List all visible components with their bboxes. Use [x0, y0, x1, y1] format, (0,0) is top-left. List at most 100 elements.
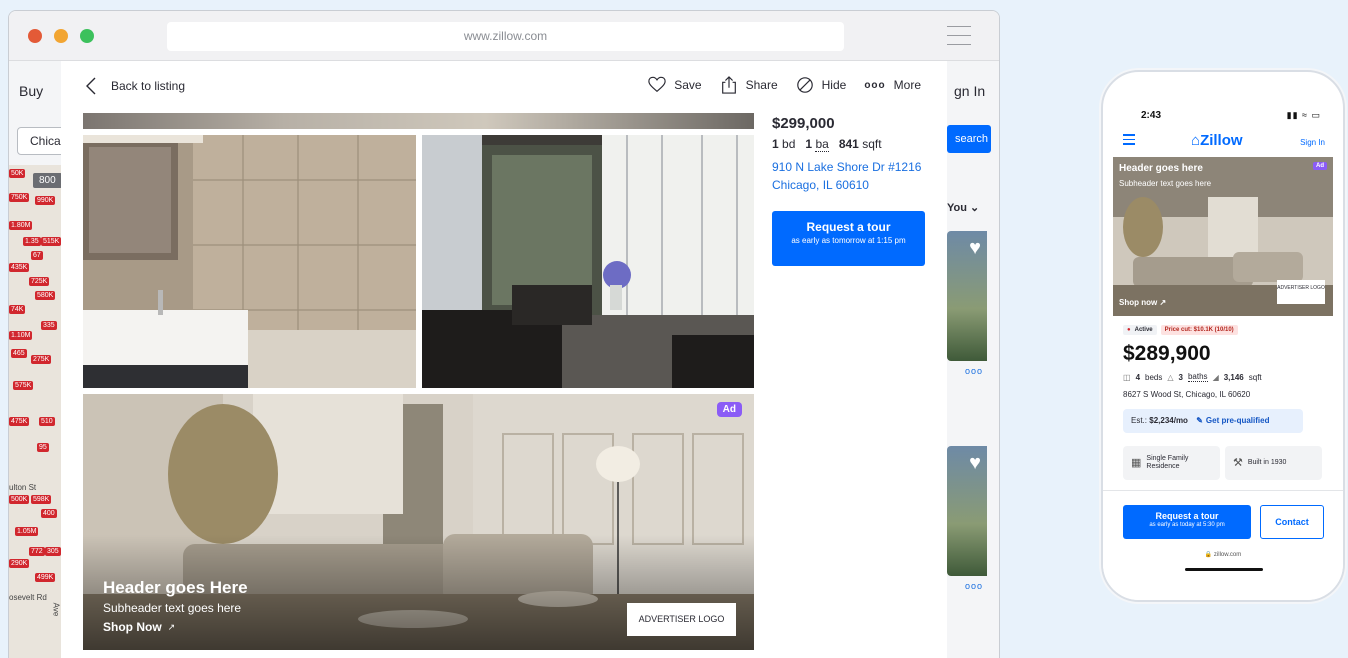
- map-pin[interactable]: 598K: [31, 495, 52, 504]
- share-button[interactable]: Share: [720, 76, 778, 94]
- map-pin[interactable]: 335: [41, 321, 57, 330]
- mobile-beds-unit: beds: [1145, 372, 1163, 382]
- mobile-baths-unit[interactable]: baths: [1187, 372, 1208, 382]
- heart-icon[interactable]: ♥: [969, 452, 981, 475]
- map-pin[interactable]: 74K: [9, 305, 26, 314]
- map-pin[interactable]: 290K: [9, 559, 30, 568]
- listing-address[interactable]: 910 N Lake Shore Dr #1216 Chicago, IL 60…: [772, 158, 942, 194]
- ad-shop-now-link[interactable]: Shop Now ↗: [103, 620, 175, 634]
- advertiser-logo[interactable]: ADVERTISER LOGO: [627, 603, 736, 636]
- status-time: 2:43: [1141, 110, 1162, 121]
- map-pin[interactable]: 95: [37, 443, 49, 452]
- map-pin[interactable]: 475K: [9, 417, 30, 426]
- map-pin[interactable]: 1.10M: [9, 331, 33, 340]
- hide-button[interactable]: Hide: [796, 76, 846, 94]
- baths-unit[interactable]: ba: [815, 137, 829, 152]
- result-card-image[interactable]: ♥: [947, 446, 987, 576]
- est-label: Est.:: [1131, 416, 1148, 425]
- map-pin[interactable]: 750K: [9, 193, 30, 202]
- mobile-ad-shop-label: Shop now: [1119, 298, 1158, 307]
- listing-photo-lobby[interactable]: [422, 135, 754, 388]
- mobile-ad-header: Header goes here: [1119, 163, 1203, 174]
- maximize-window-button[interactable]: [80, 29, 94, 43]
- browser-menu-icon[interactable]: [947, 26, 971, 46]
- search-button[interactable]: search: [947, 125, 991, 153]
- listing-photo-partial[interactable]: [83, 113, 754, 129]
- hide-icon: [796, 77, 813, 93]
- address-bar[interactable]: www.zillow.com: [167, 22, 844, 51]
- map-pin[interactable]: 275K: [31, 355, 52, 364]
- address-line-2: Chicago, IL 60610: [772, 178, 869, 192]
- map-pin[interactable]: 400: [41, 509, 57, 518]
- map-pin[interactable]: 990K: [35, 196, 56, 205]
- map-pin[interactable]: 575K: [13, 381, 34, 390]
- nav-buy-link[interactable]: Buy: [19, 83, 43, 99]
- result-card-image[interactable]: ♥: [947, 231, 987, 361]
- map-pin[interactable]: 1.35: [23, 237, 41, 246]
- map-view[interactable]: 800 50K 990K 750K 1.80M 1.35 515K 67 435…: [9, 165, 61, 658]
- map-pin[interactable]: 500K: [9, 495, 30, 504]
- sponsored-ad-banner[interactable]: Ad Header goes Here Subheader text goes …: [83, 394, 754, 650]
- map-pin[interactable]: 465: [11, 349, 27, 358]
- hamburger-menu-icon[interactable]: [1123, 134, 1135, 148]
- get-pre-qualified-link[interactable]: Get pre-qualified: [1206, 416, 1270, 425]
- sort-dropdown[interactable]: You ⌄: [947, 201, 979, 214]
- map-pin[interactable]: 1.80M: [9, 221, 33, 230]
- mobile-ad-shop-link[interactable]: Shop now ↗: [1119, 298, 1166, 307]
- more-dots-icon[interactable]: ooo: [965, 366, 983, 376]
- sign-in-link[interactable]: Sign In: [1300, 138, 1325, 147]
- mobile-url-bar[interactable]: 🔒 zillow.com: [1103, 551, 1343, 558]
- hammer-icon: ⚒: [1233, 457, 1243, 469]
- close-window-button[interactable]: [28, 29, 42, 43]
- fact-home-type: ▦ Single Family Residence: [1123, 446, 1220, 480]
- mobile-phone-frame: 2:43 ▮▮ ≈ ▭ ⌂Zillow Sign In Header goes …: [1101, 70, 1345, 602]
- map-pin[interactable]: 1.05M: [15, 527, 39, 536]
- mobile-beds-count: 4: [1135, 372, 1141, 382]
- estimated-payment-bar[interactable]: Est.: $2,234/mo ✎ Get pre-qualified: [1123, 409, 1303, 433]
- zillow-logo[interactable]: ⌂Zillow: [1191, 132, 1243, 149]
- map-pin[interactable]: 435K: [9, 263, 30, 272]
- map-pin[interactable]: 725K: [29, 277, 50, 286]
- map-pin[interactable]: 510: [39, 417, 55, 426]
- fact-home-type-label: Single Family Residence: [1146, 455, 1189, 470]
- sqft-unit: sqft: [862, 137, 882, 151]
- listing-price: $299,000: [772, 115, 835, 132]
- map-pin[interactable]: 50K: [9, 169, 26, 178]
- more-dots-icon[interactable]: ooo: [965, 581, 983, 591]
- map-pin[interactable]: 499K: [35, 573, 56, 582]
- building-icon: ▦: [1131, 457, 1142, 469]
- save-button[interactable]: Save: [648, 76, 702, 94]
- listing-status-tags: Active Price cut: $10.1K (10/10): [1123, 325, 1238, 335]
- map-pin[interactable]: 67: [31, 251, 43, 260]
- mobile-advertiser-logo[interactable]: ADVERTISER LOGO: [1277, 280, 1325, 304]
- mobile-request-tour-button[interactable]: Request a tour as early as today at 5:30…: [1123, 505, 1251, 539]
- more-button[interactable]: ooo More: [864, 76, 921, 94]
- heart-icon[interactable]: ♥: [969, 237, 981, 260]
- sqft-icon: ◢: [1212, 372, 1219, 382]
- mobile-request-tour-subtext: as early as today at 5:30 pm: [1149, 522, 1225, 528]
- more-dots-icon: ooo: [864, 79, 886, 91]
- listing-modal: Back to listing Save Share Hide ooo More: [61, 61, 947, 658]
- map-pin[interactable]: 305: [45, 547, 61, 556]
- sort-label: You: [947, 202, 967, 214]
- map-pin[interactable]: 515K: [41, 237, 61, 246]
- listing-summary: $299,000 1 bd 1 ba 841 sqft 910 N Lake S…: [772, 115, 942, 266]
- map-pin[interactable]: 580K: [35, 291, 56, 300]
- nav-sign-in-link[interactable]: gn In: [954, 83, 985, 99]
- fact-year-built-label: Built in 1930: [1247, 459, 1287, 466]
- contact-button[interactable]: Contact: [1260, 505, 1324, 539]
- brand-name: Zillow: [1200, 132, 1243, 149]
- back-to-listing-button[interactable]: Back to listing: [85, 77, 185, 95]
- browser-window: www.zillow.com Buy gn In Chicag search 8…: [8, 10, 1000, 658]
- mobile-sponsored-ad[interactable]: Header goes here Subheader text goes her…: [1113, 157, 1333, 316]
- listing-photo-bathroom[interactable]: [83, 135, 416, 388]
- home-indicator[interactable]: [1185, 568, 1263, 571]
- bed-icon: ◫: [1123, 372, 1131, 382]
- map-pin[interactable]: 800: [33, 173, 61, 188]
- map-pin[interactable]: 772: [29, 547, 45, 556]
- lock-icon: 🔒: [1204, 552, 1213, 558]
- beds-unit: bd: [782, 137, 796, 151]
- request-tour-button[interactable]: Request a tour as early as tomorrow at 1…: [772, 211, 925, 266]
- sqft-count: 841: [838, 137, 859, 151]
- minimize-window-button[interactable]: [54, 29, 68, 43]
